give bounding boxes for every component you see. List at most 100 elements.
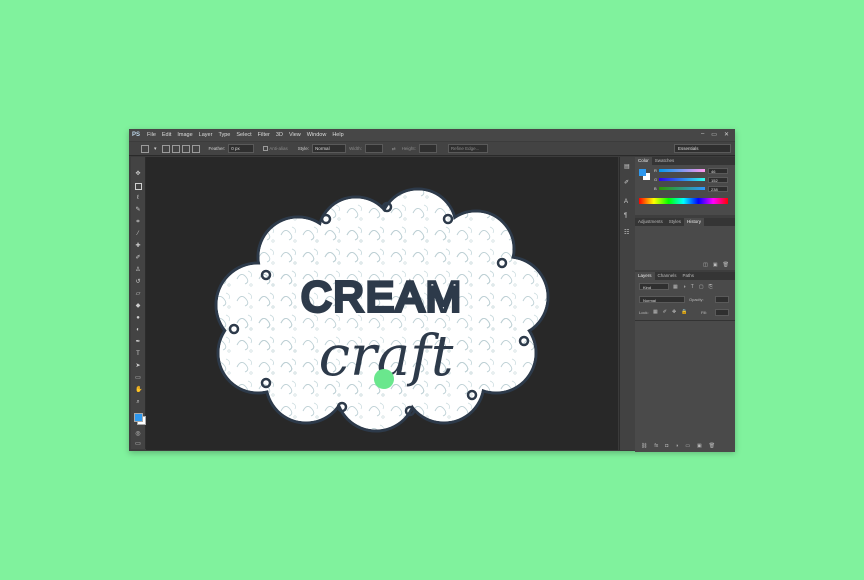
tool-preset-chevron-icon[interactable]: ▾: [154, 146, 157, 152]
b-slider[interactable]: [659, 187, 705, 190]
tab-channels[interactable]: Channels: [655, 272, 680, 280]
new-layer-icon[interactable]: ▣: [697, 443, 702, 449]
style-select[interactable]: Normal: [312, 144, 347, 153]
foreground-color-swatch[interactable]: [134, 413, 143, 422]
brush-tool-icon[interactable]: ✐: [135, 255, 141, 261]
subtract-selection-icon[interactable]: [181, 144, 190, 153]
quick-select-tool-icon[interactable]: ✎: [135, 207, 141, 213]
fill-input[interactable]: [715, 309, 729, 316]
lock-transparent-icon[interactable]: ▦: [653, 309, 658, 315]
trash-icon[interactable]: 🗑: [723, 262, 729, 268]
app-logo[interactable]: PS: [132, 132, 140, 138]
menu-view[interactable]: View: [289, 132, 301, 138]
tab-color[interactable]: Color: [635, 157, 652, 165]
new-document-icon[interactable]: ▣: [713, 262, 718, 268]
layer-kind-filter[interactable]: Kind: [639, 283, 669, 290]
menu-edit[interactable]: Edit: [162, 132, 171, 138]
refine-edge-button[interactable]: Refine Edge...: [447, 144, 488, 153]
lock-position-icon[interactable]: ✥: [672, 309, 676, 315]
intersect-selection-icon[interactable]: [191, 144, 200, 153]
menu-help[interactable]: Help: [332, 132, 343, 138]
menu-file[interactable]: File: [147, 132, 156, 138]
quick-mask-icon[interactable]: ◎: [135, 431, 141, 437]
color-spectrum[interactable]: [639, 198, 728, 204]
antialias-checkbox[interactable]: [263, 146, 269, 151]
maximize-button[interactable]: ▭: [711, 131, 717, 138]
lock-pixels-icon[interactable]: ✐: [663, 309, 667, 315]
path-select-tool-icon[interactable]: ➤: [135, 363, 141, 369]
g-label: G: [654, 177, 658, 182]
history-brush-tool-icon[interactable]: ↺: [135, 279, 141, 285]
lock-label: Lock:: [639, 310, 649, 315]
opacity-input[interactable]: [715, 296, 729, 303]
tab-swatches[interactable]: Swatches: [652, 157, 678, 165]
swap-dimensions-icon[interactable]: ⇄: [392, 146, 396, 152]
dodge-tool-icon[interactable]: ◐: [135, 327, 141, 333]
crop-tool-icon[interactable]: ⌗: [135, 219, 141, 225]
blur-tool-icon[interactable]: ●: [135, 315, 141, 321]
link-layers-icon[interactable]: ⛓: [641, 443, 647, 449]
r-value[interactable]: 46: [708, 168, 728, 174]
move-tool-icon[interactable]: ✥: [135, 171, 141, 177]
pixel-filter-icon[interactable]: ▦: [673, 284, 678, 290]
close-button[interactable]: ✕: [724, 131, 729, 138]
character-panel-icon[interactable]: A: [624, 199, 628, 205]
marquee-tool-icon[interactable]: [135, 183, 142, 190]
workspace-select[interactable]: Essentials: [674, 144, 731, 153]
eyedropper-tool-icon[interactable]: ⁄: [135, 231, 141, 237]
b-value[interactable]: 238: [708, 186, 728, 192]
screen-mode-icon[interactable]: ▭: [135, 441, 141, 447]
menu-layer[interactable]: Layer: [199, 132, 213, 138]
type-tool-icon[interactable]: T: [135, 351, 141, 357]
menu-type[interactable]: Type: [218, 132, 230, 138]
options-bar: ▾ Feather: 0 px Anti-alias Style: Normal…: [129, 142, 735, 156]
marquee-tool-icon[interactable]: [141, 144, 149, 153]
color-fg-swatch[interactable]: [639, 169, 646, 176]
lasso-tool-icon[interactable]: ℓ: [135, 195, 141, 201]
menu-filter[interactable]: Filter: [258, 132, 270, 138]
width-input[interactable]: [364, 144, 383, 153]
properties-panel-icon[interactable]: ☷: [624, 229, 629, 236]
blend-mode-select[interactable]: Normal: [639, 296, 685, 303]
paragraph-panel-icon[interactable]: ¶: [624, 213, 627, 219]
pen-tool-icon[interactable]: ✒: [135, 339, 141, 345]
g-slider[interactable]: [659, 178, 705, 181]
menu-3d[interactable]: 3D: [276, 132, 283, 138]
shape-filter-icon[interactable]: ▢: [699, 284, 704, 290]
adjustment-filter-icon[interactable]: ◑: [683, 284, 686, 290]
tab-paths[interactable]: Paths: [680, 272, 698, 280]
r-slider[interactable]: [659, 169, 705, 172]
eraser-tool-icon[interactable]: ▱: [135, 291, 141, 297]
shape-tool-icon[interactable]: ▭: [135, 375, 141, 381]
zoom-tool-icon[interactable]: ⌕: [135, 399, 141, 405]
healing-brush-tool-icon[interactable]: ✚: [135, 243, 141, 249]
snapshot-icon[interactable]: ◫: [703, 262, 708, 268]
clone-stamp-tool-icon[interactable]: ♙: [135, 267, 141, 273]
paint-bucket-tool-icon[interactable]: ◆: [135, 303, 141, 309]
delete-layer-icon[interactable]: 🗑: [709, 443, 715, 449]
tab-history[interactable]: History: [684, 218, 705, 226]
height-input[interactable]: [418, 144, 437, 153]
adjustment-layer-icon[interactable]: ◑: [675, 443, 678, 449]
layer-style-icon[interactable]: fx: [654, 443, 658, 449]
tab-layers[interactable]: Layers: [635, 272, 655, 280]
g-value[interactable]: 152: [708, 177, 728, 183]
type-filter-icon[interactable]: T: [691, 284, 694, 290]
feather-input[interactable]: 0 px: [228, 144, 255, 153]
new-group-icon[interactable]: ▭: [685, 443, 690, 449]
menu-select[interactable]: Select: [236, 132, 251, 138]
brush-presets-icon[interactable]: ✐: [624, 179, 629, 186]
add-selection-icon[interactable]: [171, 144, 180, 153]
smart-filter-icon[interactable]: ⎘: [709, 284, 713, 290]
layer-mask-icon[interactable]: ◘: [665, 443, 668, 449]
tab-adjustments[interactable]: Adjustments: [635, 218, 666, 226]
menu-image[interactable]: Image: [177, 132, 192, 138]
hand-tool-icon[interactable]: ✋: [135, 387, 142, 393]
new-selection-icon[interactable]: [161, 144, 170, 153]
menu-window[interactable]: Window: [307, 132, 327, 138]
history-panel-icon[interactable]: ▤: [624, 163, 630, 170]
tab-styles[interactable]: Styles: [666, 218, 684, 226]
minimize-button[interactable]: –: [701, 131, 704, 138]
canvas-area[interactable]: CREAM craft: [146, 157, 618, 450]
lock-all-icon[interactable]: 🔒: [681, 309, 687, 315]
